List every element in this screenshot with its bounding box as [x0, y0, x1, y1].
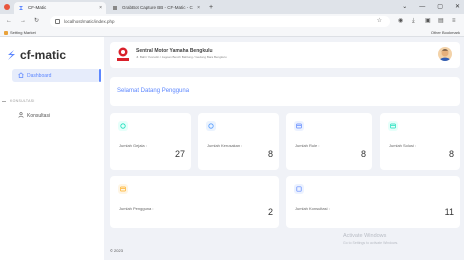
welcome-card: Selamat Datang Pengguna [110, 77, 460, 106]
stat-icon-box [118, 121, 128, 131]
card-icon [120, 186, 126, 192]
stat-icon-box [388, 121, 398, 131]
tab-label: CF-Matic [28, 5, 47, 10]
stat-value: 11 [444, 207, 454, 217]
activate-windows-hint: Go to Settings to activate Windows. [343, 241, 399, 245]
tab-label: GrabBot Capture BB - CF-Matic - C [122, 5, 193, 10]
sidebar-icon[interactable]: ▤ [438, 17, 444, 26]
stat-icon-box [118, 184, 128, 194]
extension-icon[interactable]: ◉ [398, 17, 403, 26]
stat-card-rule: Jumlah Rule : 8 [286, 113, 372, 170]
card-icon [390, 123, 396, 129]
browser-menu-icon[interactable] [4, 4, 10, 10]
bookmark-item[interactable]: Setting Market [4, 30, 36, 35]
url-text: localhost/matic/index.php [64, 19, 115, 24]
yamaha-logo-icon [117, 47, 129, 61]
address-bar-row: ← → ↻ localhost/matic/index.php ☆ ◉ ⤓ ▣ … [0, 14, 464, 29]
stat-label: Jumlah Solusi : [389, 143, 417, 148]
user-icon [18, 112, 24, 118]
sidebar-item-label: Dashboard [27, 73, 52, 79]
avatar[interactable] [438, 47, 452, 61]
reload-icon[interactable]: ↻ [34, 16, 39, 27]
window-controls: ⌄ — ▢ ✕ [402, 1, 460, 13]
company-title: Sentral Motor Yamaha Bengkulu [136, 48, 213, 54]
stat-value: 8 [360, 149, 366, 159]
stat-label: Jumlah Konsultasi : [295, 206, 330, 211]
circle-icon [208, 123, 214, 129]
back-icon[interactable]: ← [6, 16, 12, 27]
active-indicator [99, 69, 101, 82]
circle-icon [120, 123, 126, 129]
company-address: Jl. Bahri Yusrudin / Jagoan Bench Bahlun… [136, 55, 227, 59]
stat-icon-box [206, 121, 216, 131]
stat-card-kerusakan: Jumlah Kerusakan : 8 [198, 113, 279, 170]
stat-icon-box [294, 184, 304, 194]
bookmarks-bar: Setting Market Other Bookmark [0, 29, 464, 37]
close-tab-icon[interactable]: × [197, 2, 200, 14]
avatar-icon [439, 49, 451, 61]
close-window-button[interactable]: ✕ [455, 1, 460, 13]
stat-label: Jumlah Pengguna : [119, 206, 154, 211]
tab-cf-matic[interactable]: CF-Matic × [14, 2, 106, 14]
sidebar: cf-matic Dashboard KONSULTASI Konsultasi [0, 37, 104, 260]
stat-value: 2 [267, 207, 273, 217]
stat-card-solusi: Jumlah Solusi : 8 [380, 113, 460, 170]
sidebar-item-dashboard[interactable] [12, 69, 100, 82]
favicon-icon [19, 6, 23, 10]
section-label: KONSULTASI [10, 99, 35, 103]
more-icon[interactable]: ≡ [452, 17, 456, 26]
sidebar-item-konsultasi[interactable]: Konsultasi [27, 113, 50, 119]
stat-card-pengguna: Jumlah Pengguna : 2 [110, 176, 279, 228]
download-icon[interactable]: ⤓ [412, 17, 415, 26]
other-bookmarks[interactable]: Other Bookmark [431, 30, 460, 35]
url-input[interactable]: localhost/matic/index.php ☆ [50, 16, 390, 27]
home-icon [18, 72, 24, 78]
browser-tab-bar: CF-Matic × GrabBot Capture BB - CF-Matic… [0, 0, 464, 14]
footer-copyright: © 2023 [110, 248, 123, 253]
welcome-text: Selamat Datang Pengguna [117, 88, 190, 94]
stat-label: Jumlah Gejala : [119, 143, 147, 148]
brand-name: cf-matic [20, 48, 67, 62]
bookmark-label: Setting Market [10, 30, 36, 35]
section-divider [2, 101, 6, 102]
close-tab-icon[interactable]: × [99, 2, 102, 14]
brand-logo-icon [8, 50, 15, 60]
minimize-button[interactable]: — [419, 1, 425, 13]
header-card: Sentral Motor Yamaha Bengkulu Jl. Bahri … [110, 42, 460, 68]
square-icon [296, 186, 302, 192]
stat-icon-box [294, 121, 304, 131]
bookmark-icon [4, 31, 8, 35]
puzzle-icon[interactable]: ▣ [425, 17, 431, 26]
stat-value: 8 [267, 149, 273, 159]
stat-value: 27 [174, 149, 185, 159]
bookmark-star-icon[interactable]: ☆ [377, 16, 382, 27]
stat-card-konsultasi: Jumlah Konsultasi : 11 [286, 176, 460, 228]
lock-icon [55, 19, 60, 24]
stat-label: Jumlah Kerusakan : [207, 143, 243, 148]
card-icon [296, 123, 302, 129]
tab-grabbot[interactable]: GrabBot Capture BB - CF-Matic - C × [108, 2, 204, 14]
maximize-button[interactable]: ▢ [437, 1, 443, 13]
new-tab-button[interactable]: + [209, 2, 213, 14]
favicon-icon [113, 6, 117, 10]
forward-icon[interactable]: → [20, 16, 26, 27]
stat-value: 8 [448, 149, 454, 159]
chevron-down-icon[interactable]: ⌄ [402, 1, 407, 13]
stat-card-gejala: Jumlah Gejala : 27 [110, 113, 191, 170]
stat-label: Jumlah Rule : [295, 143, 320, 148]
activate-windows-watermark: Activate Windows [343, 233, 387, 239]
